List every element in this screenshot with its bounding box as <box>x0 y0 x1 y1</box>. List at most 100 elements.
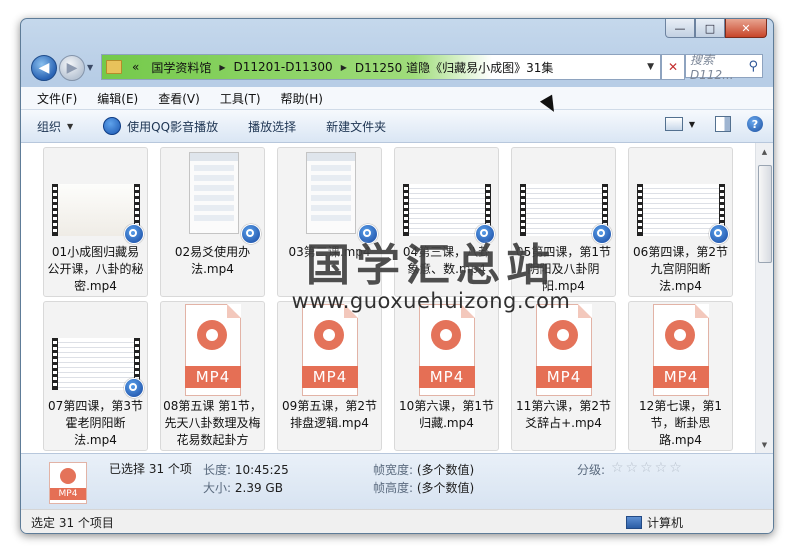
change-view-icon[interactable] <box>664 117 683 131</box>
scroll-up-icon[interactable]: ▲ <box>756 143 773 160</box>
mp4-file-icon: MP4 <box>536 304 592 396</box>
page-fold <box>461 304 475 318</box>
file-list-area[interactable]: 01小成图归藏易公开课，八卦的秘密.mp4 02易爻使用办法.mp4 03第二课.m… <box>21 143 773 453</box>
chevron-right-icon[interactable]: ▶ <box>341 63 347 72</box>
rating-stars[interactable]: ☆☆☆☆☆ <box>611 460 684 476</box>
file-item[interactable]: 02易爻使用办法.mp4 <box>160 147 265 297</box>
mp4-icon-label: MP4 <box>185 366 241 388</box>
frame-width-value: (多个数值) <box>416 463 475 477</box>
file-item[interactable]: MP4 09第五课，第2节排盘逻辑.mp4 <box>277 301 382 451</box>
computer-icon <box>625 515 642 529</box>
scrollbar-thumb[interactable] <box>758 165 772 263</box>
maximize-button[interactable]: □ <box>695 19 725 38</box>
menu-view[interactable]: 查看(V) <box>158 90 200 107</box>
status-location: 计算机 <box>625 514 683 531</box>
size-label: 大小: <box>203 481 232 495</box>
caption-buttons: — □ ✕ <box>665 19 767 38</box>
minimize-button[interactable]: — <box>665 19 695 38</box>
file-item[interactable]: 05第四课，第1节阴阳及八卦阴阳.mp4 <box>511 147 616 297</box>
search-input[interactable]: 搜索 D112... ⚲ <box>685 53 763 82</box>
address-history-dropdown[interactable]: ▼ <box>647 62 654 72</box>
recent-pages-dropdown[interactable]: ▼ <box>87 63 93 72</box>
menu-tools[interactable]: 工具(T) <box>220 90 261 107</box>
selection-count: 已选择 31 个项 <box>109 462 192 476</box>
file-name: 06第四课，第2节九宫阴阳断法.mp4 <box>633 245 728 293</box>
length-field: 长度: 10:45:25 <box>203 461 289 478</box>
thumbnail-row <box>311 165 351 171</box>
file-item[interactable]: 03第二课.mp4 <box>277 147 382 297</box>
forward-button[interactable]: ▶ <box>59 55 85 81</box>
thumbnail-row <box>311 205 351 211</box>
qq-play-label: 使用QQ影音播放 <box>127 119 219 134</box>
close-button[interactable]: ✕ <box>725 19 767 38</box>
stop-button[interactable]: ✕ <box>661 54 685 80</box>
video-thumbnail <box>306 152 356 234</box>
thumbnail-row <box>194 205 234 211</box>
menu-edit[interactable]: 编辑(E) <box>97 90 138 107</box>
search-placeholder: 搜索 D112... <box>690 52 734 82</box>
organize-button[interactable]: 组织 ▼ <box>37 118 73 135</box>
qq-player-badge-icon <box>358 224 378 244</box>
chevron-down-icon[interactable]: ▼ <box>689 120 695 129</box>
file-name: 04第三课，八卦象意、数.mp4 <box>402 245 491 276</box>
file-name: 03第二课.mp4 <box>288 245 371 259</box>
thumbnail-row <box>311 215 351 221</box>
back-button[interactable]: ◀ <box>31 55 57 81</box>
breadcrumb-item[interactable]: 国学资料馆 <box>151 59 211 76</box>
new-folder-label: 新建文件夹 <box>326 119 387 134</box>
page-fold <box>227 304 241 318</box>
thumbnail-row <box>194 215 234 221</box>
breadcrumb-item[interactable]: D11250 道隐《归藏易小成图》31集 <box>355 59 554 76</box>
length-value: 10:45:25 <box>234 463 289 477</box>
new-folder-button[interactable]: 新建文件夹 <box>326 118 386 135</box>
file-item[interactable]: MP4 11第六课，第2节爻辞占+.mp4 <box>511 301 616 451</box>
thumbnail-bar <box>190 153 238 161</box>
file-item[interactable]: MP4 08第五课 第1节，先天八卦数理及梅花易数起卦方法.mp4 <box>160 301 265 451</box>
file-item[interactable]: 01小成图归藏易公开课，八卦的秘密.mp4 <box>43 147 148 297</box>
file-item[interactable]: 06第四课，第2节九宫阴阳断法.mp4 <box>628 147 733 297</box>
qq-player-badge-icon <box>124 224 144 244</box>
mp4-icon-label: MP4 <box>653 366 709 388</box>
qq-player-badge-icon <box>709 224 729 244</box>
scroll-down-icon[interactable]: ▼ <box>756 436 773 453</box>
status-location-label: 计算机 <box>646 515 683 530</box>
help-icon[interactable]: ? <box>747 116 763 132</box>
video-frame <box>409 184 485 236</box>
file-name: 09第五课，第2节排盘逻辑.mp4 <box>282 399 377 430</box>
file-name: 05第四课，第1节阴阳及八卦阴阳.mp4 <box>516 245 611 293</box>
command-bar: 组织 ▼ 使用QQ影音播放 播放选择 新建文件夹 ▼ ? <box>21 110 773 143</box>
film-reel-icon <box>431 320 461 350</box>
file-item[interactable]: MP4 10第六课，第1节归藏.mp4 <box>394 301 499 451</box>
size-field: 大小: 2.39 GB <box>203 479 283 496</box>
file-grid: 01小成图归藏易公开课，八卦的秘密.mp4 02易爻使用办法.mp4 03第二课.m… <box>43 147 743 451</box>
thumbnail-row <box>311 175 351 181</box>
close-icon: ✕ <box>667 60 679 74</box>
file-name: 10第六课，第1节归藏.mp4 <box>399 399 494 430</box>
file-item[interactable]: MP4 12第七课，第1节，断卦思路.mp4 <box>628 301 733 451</box>
menu-help[interactable]: 帮助(H) <box>281 90 323 107</box>
qq-play-button[interactable]: 使用QQ影音播放 <box>103 117 218 135</box>
page-fold <box>344 304 358 318</box>
mp4-file-icon: MP4 <box>185 304 241 396</box>
file-item[interactable]: 07第四课，第3节霍老阴阳断法.mp4 <box>43 301 148 451</box>
frame-width-label: 帧宽度: <box>373 463 414 477</box>
menu-file[interactable]: 文件(F) <box>37 90 77 107</box>
chevron-right-icon[interactable]: ▶ <box>219 63 225 72</box>
breadcrumb-item[interactable]: D11201-D11300 <box>234 60 333 74</box>
vertical-scrollbar[interactable]: ▲ ▼ <box>755 143 773 453</box>
chevron-down-icon: ▼ <box>67 121 74 131</box>
preview-pane-icon[interactable] <box>715 116 731 132</box>
play-selection-button[interactable]: 播放选择 <box>248 118 296 135</box>
file-item[interactable]: 04第三课，八卦象意、数.mp4 <box>394 147 499 297</box>
folder-icon <box>106 60 122 74</box>
file-name: 08第五课 第1节，先天八卦数理及梅花易数起卦方法.mp4 <box>163 399 262 447</box>
file-name: 11第六课，第2节爻辞占+.mp4 <box>516 399 611 430</box>
length-label: 长度: <box>203 463 232 477</box>
play-selection-label: 播放选择 <box>248 119 297 134</box>
thumbnail-bar <box>307 153 355 161</box>
address-field[interactable]: « 国学资料馆 ▶ D11201-D11300 ▶ D11250 道隐《归藏易小… <box>101 54 661 80</box>
search-icon[interactable]: ⚲ <box>748 59 758 74</box>
explorer-window: — □ ✕ ◀ ▶ ▼ « 国学资料馆 ▶ D11201-D11300 ▶ D1… <box>20 18 774 534</box>
breadcrumb-overflow[interactable]: « <box>132 60 139 74</box>
mp4-icon-label: MP4 <box>419 366 475 388</box>
